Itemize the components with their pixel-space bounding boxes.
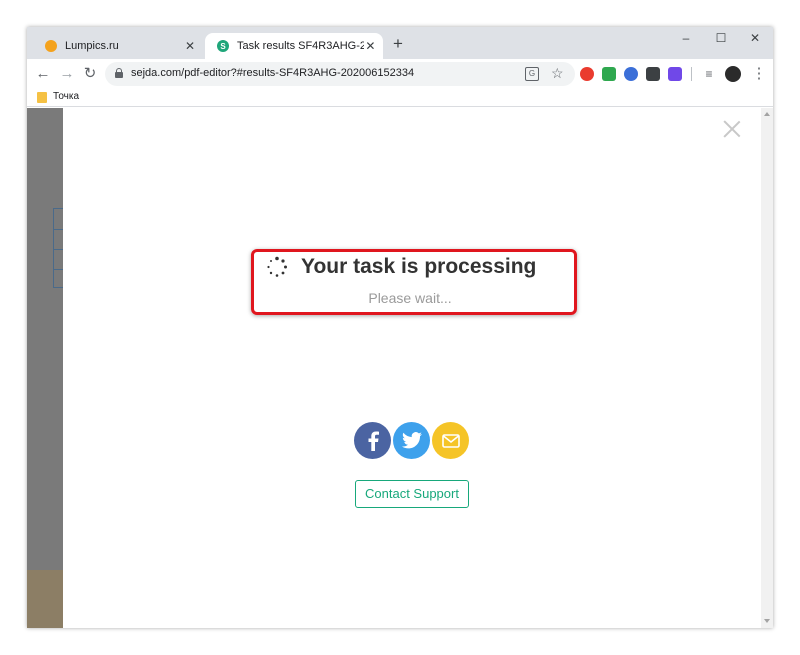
minimize-button[interactable]: – xyxy=(669,27,703,49)
vpn-extension-icon[interactable] xyxy=(624,67,638,81)
facebook-icon xyxy=(368,431,379,451)
background-strip xyxy=(27,570,63,628)
tab-lumpics[interactable]: Lumpics.ru ✕ xyxy=(33,33,205,59)
browser-window: Lumpics.ru ✕ S Task results SF4R3AHG-202… xyxy=(27,27,773,628)
page-scrollbar[interactable] xyxy=(761,108,773,628)
twitter-share-button[interactable] xyxy=(393,422,430,459)
maximize-button[interactable]: ☐ xyxy=(704,27,738,49)
tab-strip: Lumpics.ru ✕ S Task results SF4R3AHG-202… xyxy=(27,27,773,59)
email-share-button[interactable] xyxy=(432,422,469,459)
results-modal: Your task is processing Please wait... C… xyxy=(63,108,761,628)
puzzle-extension-icon[interactable] xyxy=(646,67,660,81)
back-button[interactable]: ← xyxy=(33,64,53,84)
lumpics-favicon-icon xyxy=(45,40,57,52)
close-window-button[interactable]: ✕ xyxy=(738,27,772,49)
facebook-share-button[interactable] xyxy=(354,422,391,459)
toolbar-divider xyxy=(691,67,692,81)
profile-avatar[interactable] xyxy=(725,66,741,82)
bookmark-tochka[interactable]: Точка xyxy=(53,91,79,102)
folder-icon xyxy=(37,92,47,103)
dimmed-background xyxy=(27,108,66,628)
close-tab-icon[interactable]: ✕ xyxy=(181,39,199,53)
tab-task-results[interactable]: S Task results SF4R3AHG-20200615 ✕ xyxy=(205,33,383,59)
close-icon[interactable] xyxy=(723,120,741,138)
scroll-down-icon[interactable] xyxy=(764,619,770,623)
close-tab-icon[interactable]: ✕ xyxy=(364,39,377,53)
reading-list-icon[interactable]: ≡ xyxy=(699,64,719,84)
task-status-subtitle: Please wait... xyxy=(368,290,452,306)
reload-button[interactable]: ↻ xyxy=(80,64,100,84)
bookmarks-bar: Точка xyxy=(27,89,773,107)
page-content: Your task is processing Please wait... C… xyxy=(27,108,773,628)
url-text: sejda.com/pdf-editor?#results-SF4R3AHG-2… xyxy=(131,67,415,79)
sejda-favicon-icon: S xyxy=(217,40,229,52)
translate-icon[interactable]: G xyxy=(525,67,539,81)
address-bar[interactable]: sejda.com/pdf-editor?#results-SF4R3AHG-2… xyxy=(105,62,575,86)
bookmark-star-icon[interactable]: ☆ xyxy=(551,65,564,82)
forward-button[interactable]: → xyxy=(57,64,77,84)
new-tab-button[interactable]: + xyxy=(389,35,407,53)
spinner-icon xyxy=(267,256,287,277)
contact-support-button[interactable]: Contact Support xyxy=(355,480,469,508)
tab-title: Task results SF4R3AHG-20200615 xyxy=(237,40,364,52)
scroll-up-icon[interactable] xyxy=(764,112,770,116)
browser-toolbar: ← → ↻ sejda.com/pdf-editor?#results-SF4R… xyxy=(27,59,773,89)
mail-icon xyxy=(441,433,460,448)
twitter-icon xyxy=(401,432,422,449)
menu-icon[interactable]: ⋮ xyxy=(749,64,769,84)
lock-icon xyxy=(115,68,123,78)
purple-extension-icon[interactable] xyxy=(668,67,682,81)
task-status-title: Your task is processing xyxy=(301,255,537,278)
opera-extension-icon[interactable] xyxy=(580,67,594,81)
check-extension-icon[interactable] xyxy=(602,67,616,81)
tab-title: Lumpics.ru xyxy=(65,40,119,52)
